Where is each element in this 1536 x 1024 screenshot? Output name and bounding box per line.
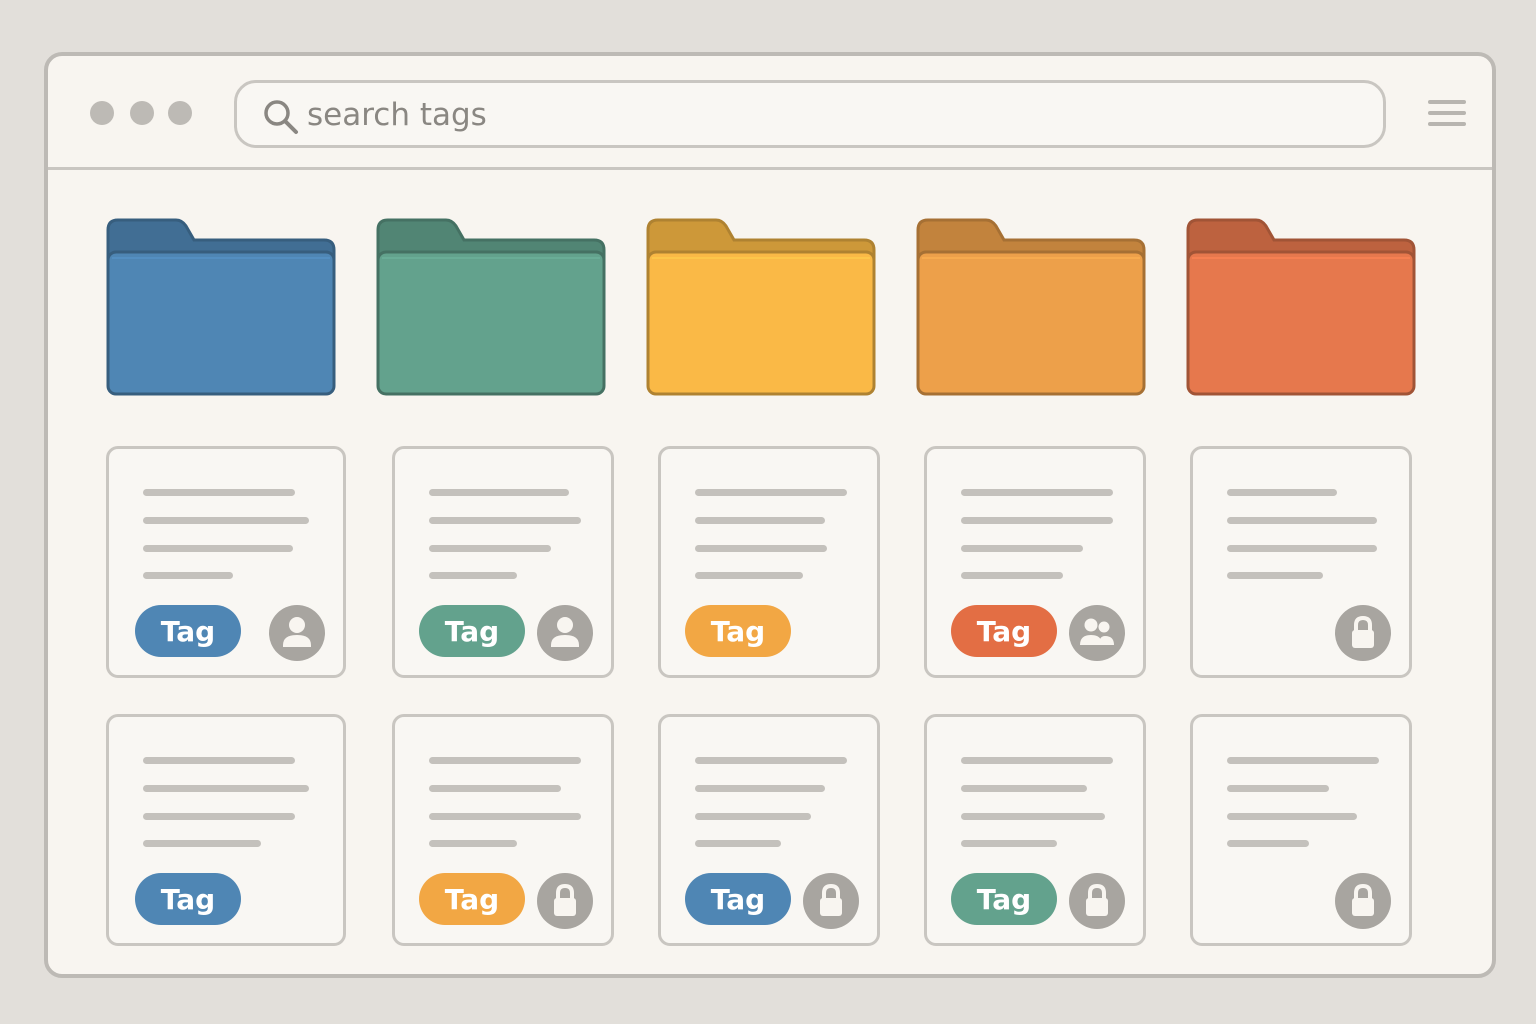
text-line-placeholder <box>1227 572 1323 579</box>
document-card[interactable]: Tag <box>106 446 346 678</box>
group-icon <box>1080 618 1114 645</box>
user-badge[interactable] <box>269 605 325 661</box>
search-bar[interactable] <box>234 80 1386 148</box>
text-line-placeholder <box>961 840 1057 847</box>
lock-badge[interactable] <box>1069 873 1125 929</box>
tag-badge[interactable]: Tag <box>419 605 525 657</box>
text-line-placeholder <box>429 489 569 496</box>
text-line-placeholder <box>429 757 581 764</box>
text-line-placeholder <box>695 517 825 524</box>
app-window: Tag Tag Tag Tag Tag Tag Tag Tag <box>44 52 1496 978</box>
document-card[interactable] <box>1190 714 1412 946</box>
document-card[interactable] <box>1190 446 1412 678</box>
text-line-placeholder <box>961 572 1063 579</box>
text-line-placeholder <box>695 757 847 764</box>
text-line-placeholder <box>429 572 517 579</box>
lock-icon <box>1352 883 1374 916</box>
text-line-placeholder <box>143 517 309 524</box>
folder-icon <box>1186 218 1416 396</box>
text-line-placeholder <box>143 785 309 792</box>
text-line-placeholder <box>695 572 803 579</box>
text-line-placeholder <box>429 785 561 792</box>
text-line-placeholder <box>961 489 1113 496</box>
folder-icon <box>916 218 1146 396</box>
lock-icon <box>1086 883 1108 916</box>
text-line-placeholder <box>961 545 1083 552</box>
search-icon <box>264 100 298 134</box>
text-line-placeholder <box>695 840 781 847</box>
text-line-placeholder <box>429 813 581 820</box>
user-icon <box>283 617 311 647</box>
document-card[interactable]: Tag <box>658 446 880 678</box>
group-badge[interactable] <box>1069 605 1125 661</box>
text-line-placeholder <box>429 840 517 847</box>
document-card[interactable]: Tag <box>924 714 1146 946</box>
document-card[interactable]: Tag <box>392 446 614 678</box>
title-bar <box>48 56 1492 170</box>
window-control-dot[interactable] <box>90 101 114 125</box>
lock-badge[interactable] <box>1335 605 1391 661</box>
text-line-placeholder <box>695 489 847 496</box>
text-line-placeholder <box>695 785 825 792</box>
folder-icon <box>376 218 606 396</box>
folder-red[interactable] <box>1186 218 1416 398</box>
folder-icon <box>106 218 336 396</box>
text-line-placeholder <box>429 517 581 524</box>
folder-yellow[interactable] <box>646 218 876 398</box>
text-line-placeholder <box>695 813 811 820</box>
document-card[interactable]: Tag <box>106 714 346 946</box>
text-line-placeholder <box>961 517 1113 524</box>
text-line-placeholder <box>1227 813 1357 820</box>
text-line-placeholder <box>695 545 827 552</box>
text-line-placeholder <box>1227 840 1309 847</box>
tag-badge[interactable]: Tag <box>135 873 241 925</box>
folder-green[interactable] <box>376 218 606 398</box>
lock-icon <box>554 883 576 916</box>
document-card[interactable]: Tag <box>924 446 1146 678</box>
text-line-placeholder <box>1227 489 1337 496</box>
text-line-placeholder <box>143 757 295 764</box>
tag-badge[interactable]: Tag <box>419 873 525 925</box>
document-card[interactable]: Tag <box>658 714 880 946</box>
hamburger-menu-icon[interactable] <box>1428 98 1468 130</box>
lock-badge[interactable] <box>537 873 593 929</box>
text-line-placeholder <box>1227 785 1329 792</box>
text-line-placeholder <box>961 785 1087 792</box>
window-control-dot[interactable] <box>130 101 154 125</box>
tag-badge[interactable]: Tag <box>685 873 791 925</box>
text-line-placeholder <box>143 489 295 496</box>
text-line-placeholder <box>1227 545 1377 552</box>
text-line-placeholder <box>1227 517 1377 524</box>
lock-badge[interactable] <box>1335 873 1391 929</box>
tag-badge[interactable]: Tag <box>135 605 241 657</box>
tag-badge[interactable]: Tag <box>685 605 791 657</box>
text-line-placeholder <box>143 813 295 820</box>
folder-orange[interactable] <box>916 218 1146 398</box>
user-icon <box>551 617 579 647</box>
folder-icon <box>646 218 876 396</box>
text-line-placeholder <box>143 572 233 579</box>
document-card[interactable]: Tag <box>392 714 614 946</box>
text-line-placeholder <box>961 813 1105 820</box>
folder-blue[interactable] <box>106 218 336 398</box>
user-badge[interactable] <box>537 605 593 661</box>
search-input[interactable] <box>307 93 1367 137</box>
lock-badge[interactable] <box>803 873 859 929</box>
tag-badge[interactable]: Tag <box>951 873 1057 925</box>
text-line-placeholder <box>143 840 261 847</box>
text-line-placeholder <box>1227 757 1379 764</box>
tag-badge[interactable]: Tag <box>951 605 1057 657</box>
lock-icon <box>820 883 842 916</box>
window-control-dot[interactable] <box>168 101 192 125</box>
text-line-placeholder <box>429 545 551 552</box>
text-line-placeholder <box>961 757 1113 764</box>
lock-icon <box>1352 615 1374 648</box>
text-line-placeholder <box>143 545 293 552</box>
